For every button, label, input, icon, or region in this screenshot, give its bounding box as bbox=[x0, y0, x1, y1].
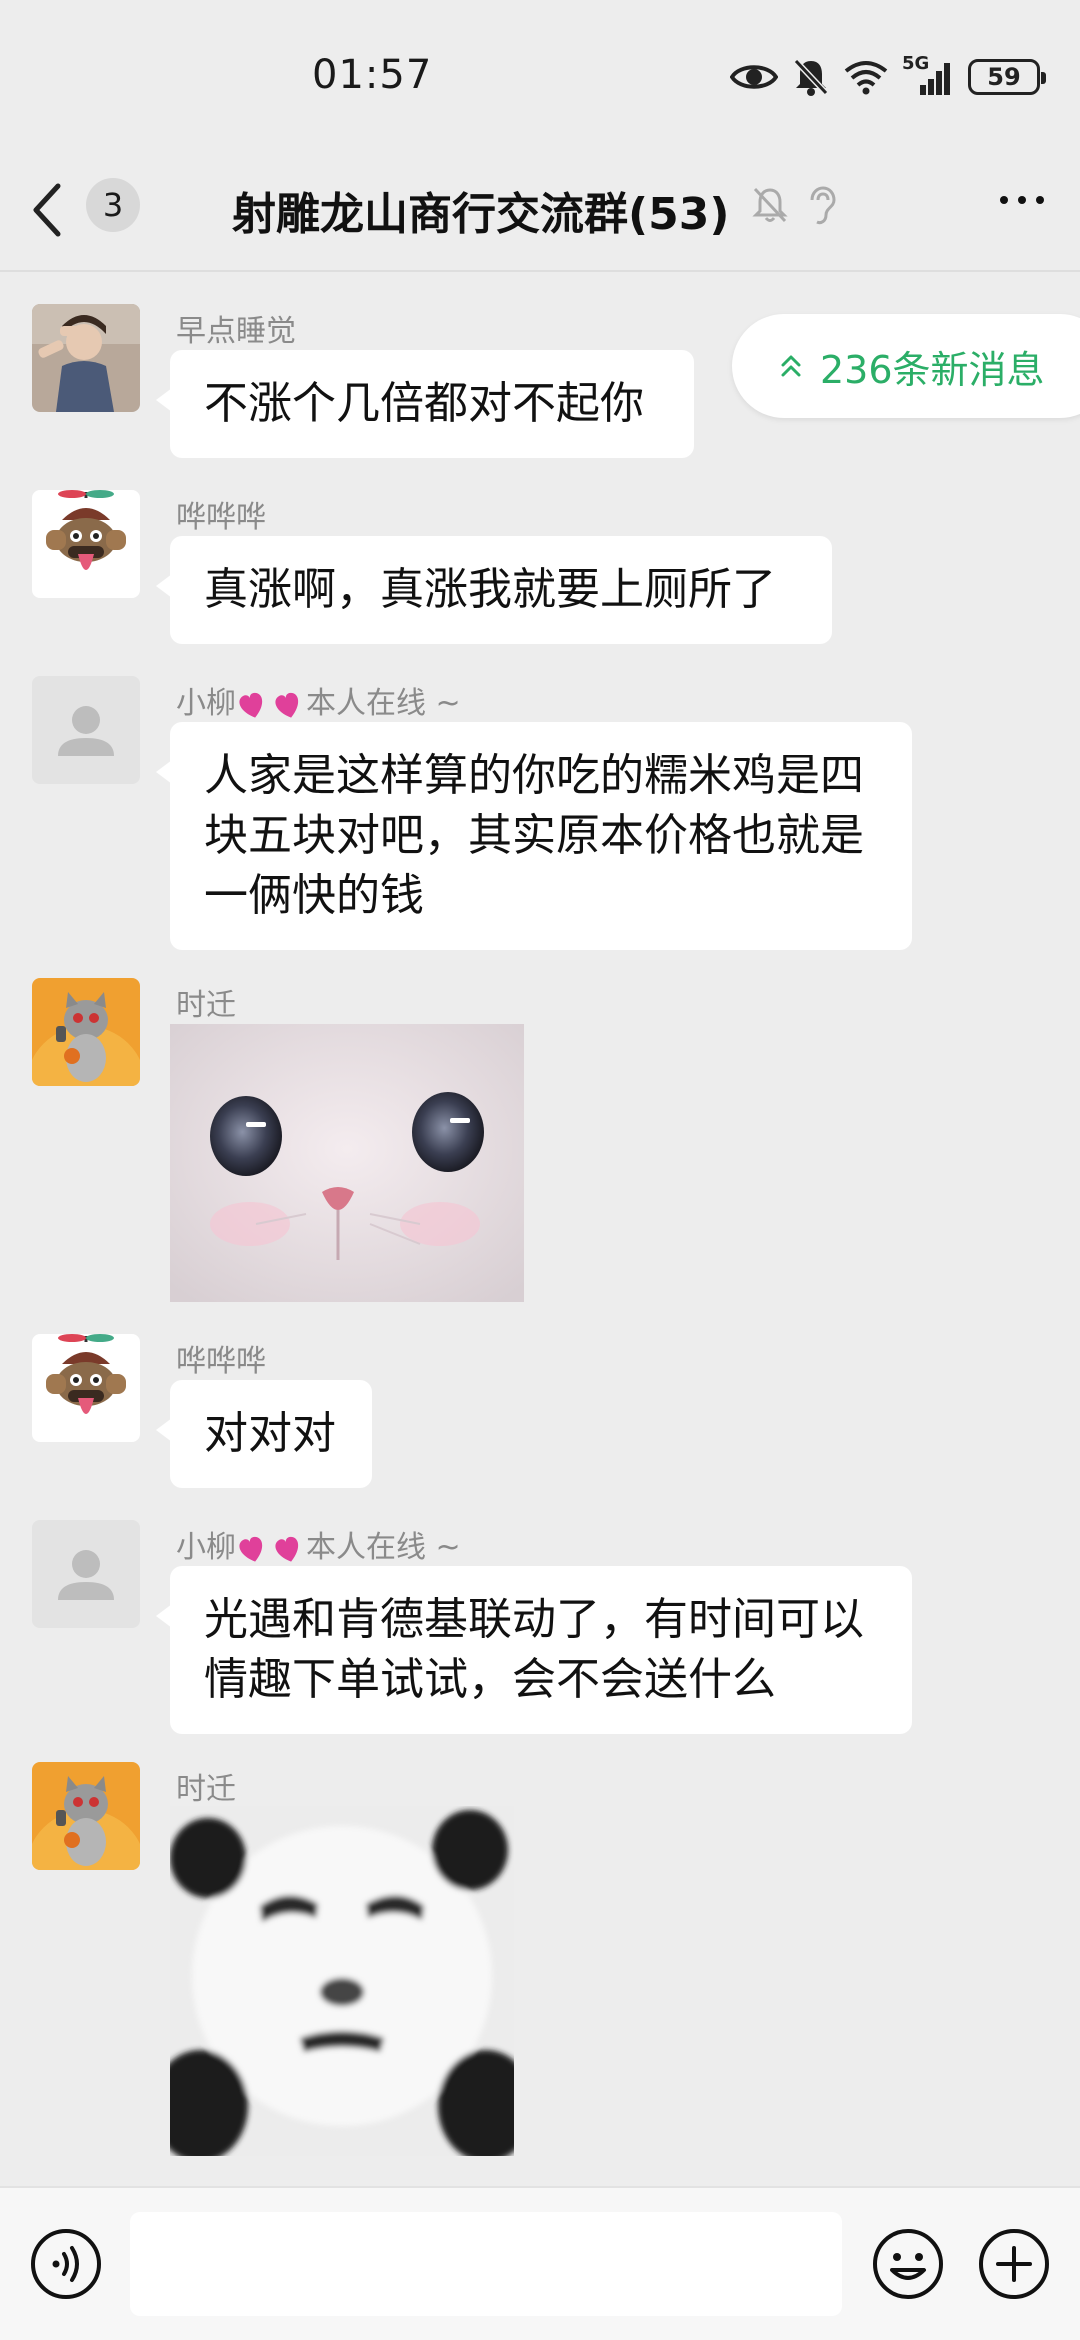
two-hearts-icon bbox=[239, 1536, 299, 1562]
avatar[interactable] bbox=[32, 1762, 140, 1870]
avatar[interactable] bbox=[32, 490, 140, 598]
avatar[interactable] bbox=[32, 304, 140, 412]
plus-circle-icon bbox=[979, 2229, 1049, 2299]
message-bubble[interactable]: 不涨个几倍都对不起你 bbox=[156, 350, 694, 458]
message-input[interactable] bbox=[130, 2212, 842, 2316]
mute-bell-icon bbox=[752, 187, 788, 223]
status-time: 01:57 bbox=[312, 52, 433, 98]
panda-meme-sticker[interactable] bbox=[170, 1806, 514, 2156]
message-text: 真涨啊，真涨我就要上厕所了 bbox=[204, 564, 776, 615]
voice-button[interactable] bbox=[30, 2228, 102, 2300]
cat-face-icon bbox=[170, 1024, 524, 1302]
two-hearts-icon bbox=[239, 692, 299, 718]
sender-name-text: 小柳 bbox=[176, 1530, 236, 1565]
voice-icon bbox=[31, 2229, 101, 2299]
default-avatar-icon bbox=[32, 1520, 140, 1628]
cat-face-sticker[interactable] bbox=[170, 1024, 524, 1302]
message-bubble[interactable]: 光遇和肯德基联动了，有时间可以 情趣下单试试，会不会送什么 bbox=[156, 1566, 912, 1734]
dot-icon bbox=[1036, 196, 1044, 204]
message-bubble[interactable]: 对对对 bbox=[156, 1380, 372, 1488]
battery-indicator: 59 bbox=[968, 59, 1046, 95]
message-text-line: 一俩快的钱 bbox=[204, 870, 424, 921]
message-text: 对对对 bbox=[204, 1408, 336, 1459]
status-icons: 5G 59 bbox=[730, 53, 1046, 99]
more-options-button[interactable] bbox=[1000, 196, 1044, 204]
emoji-button[interactable] bbox=[872, 2228, 944, 2300]
sender-name: 时迁 bbox=[176, 1772, 236, 1807]
status-bar: 01:57 5G 59 bbox=[0, 0, 1080, 150]
chat-title: 射雕龙山商行交流群(53) bbox=[232, 189, 730, 240]
sender-suffix: 本人在线 ~ bbox=[306, 1530, 461, 1565]
signal-5g-icon: 5G bbox=[902, 53, 954, 97]
message-text-line: 块五块对吧，其实原本价格也就是 bbox=[204, 810, 864, 861]
sender-name: 小柳 本人在线 ~ bbox=[176, 678, 461, 722]
sender-name: 小柳 本人在线 ~ bbox=[176, 1522, 461, 1566]
avatar[interactable] bbox=[32, 978, 140, 1086]
chat-header: 3 射雕龙山商行交流群(53) bbox=[0, 150, 1080, 270]
default-avatar-icon bbox=[32, 676, 140, 784]
panda-face-icon bbox=[170, 1806, 514, 2156]
chat-status-icons bbox=[752, 186, 836, 226]
sender-name: 哗哗哗 bbox=[176, 1344, 266, 1379]
message-text-line: 情趣下单试试，会不会送什么 bbox=[204, 1654, 776, 1705]
avatar[interactable] bbox=[32, 1520, 140, 1628]
double-chevron-up-icon bbox=[781, 355, 801, 377]
new-messages-button[interactable]: 236条新消息 bbox=[732, 314, 1080, 418]
unread-count-badge: 3 bbox=[86, 178, 140, 232]
avatar[interactable] bbox=[32, 1334, 140, 1442]
avatar[interactable] bbox=[32, 676, 140, 784]
mute-bell-icon bbox=[793, 58, 829, 96]
sender-name: 时迁 bbox=[176, 988, 236, 1023]
message-text-line: 人家是这样算的你吃的糯米鸡是四 bbox=[204, 750, 864, 801]
sender-name-text: 小柳 bbox=[176, 686, 236, 721]
sender-suffix: 本人在线 ~ bbox=[306, 686, 461, 721]
sender-name: 早点睡觉 bbox=[176, 314, 296, 349]
wifi-icon bbox=[844, 61, 888, 95]
sender-name: 哗哗哗 bbox=[176, 500, 266, 535]
more-functions-button[interactable] bbox=[978, 2228, 1050, 2300]
ear-icon bbox=[810, 186, 836, 225]
eye-icon bbox=[730, 65, 778, 89]
smiley-icon bbox=[873, 2229, 943, 2299]
chat-screen: 01:57 5G 59 3 射雕龙山商行交流群(53) 早点睡觉 不涨个几倍都对… bbox=[0, 0, 1080, 2340]
message-text: 不涨个几倍都对不起你 bbox=[204, 378, 644, 429]
dot-icon bbox=[1018, 196, 1026, 204]
new-messages-label: 236条新消息 bbox=[820, 347, 1045, 392]
message-bubble[interactable]: 真涨啊，真涨我就要上厕所了 bbox=[156, 536, 832, 644]
chevron-left-icon bbox=[33, 183, 61, 237]
input-bar bbox=[0, 2186, 1080, 2340]
dot-icon bbox=[1000, 196, 1008, 204]
message-bubble[interactable]: 人家是这样算的你吃的糯米鸡是四 块五块对吧，其实原本价格也就是 一俩快的钱 bbox=[156, 722, 912, 950]
header-divider bbox=[0, 270, 1080, 272]
message-text-line: 光遇和肯德基联动了，有时间可以 bbox=[204, 1594, 864, 1645]
